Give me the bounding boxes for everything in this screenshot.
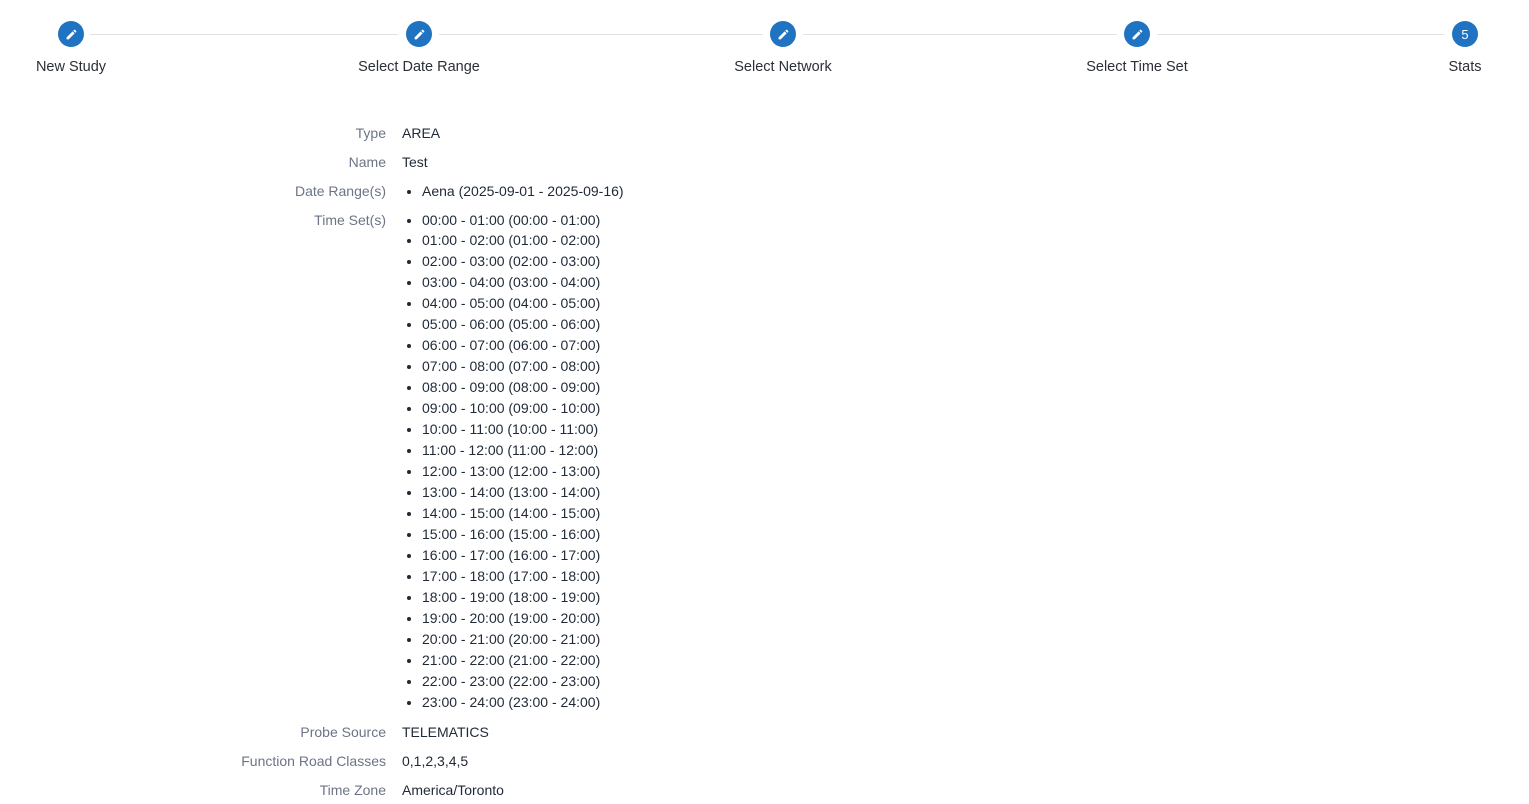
step-select-network[interactable]: Select Network: [683, 21, 883, 75]
date-ranges-list: Aena (2025-09-01 - 2025-09-16): [402, 181, 624, 201]
list-item: 08:00 - 09:00 (08:00 - 09:00): [422, 377, 600, 398]
list-item: 09:00 - 10:00 (09:00 - 10:00): [422, 398, 600, 419]
step-new-study[interactable]: New Study: [0, 21, 171, 75]
list-item: 17:00 - 18:00 (17:00 - 18:00): [422, 566, 600, 587]
step-select-date-range[interactable]: Select Date Range: [319, 21, 519, 75]
summary-row-time-zone: Time Zone America/Toronto: [0, 780, 900, 800]
list-item: 16:00 - 17:00 (16:00 - 17:00): [422, 545, 600, 566]
wizard-stepper: New Study Select Date Range Select Netwo…: [0, 0, 1529, 100]
pencil-icon: [1132, 29, 1142, 39]
list-item: Aena (2025-09-01 - 2025-09-16): [422, 181, 624, 201]
step-stats[interactable]: 5 Stats: [1365, 21, 1529, 75]
study-wizard-page: New Study Select Date Range Select Netwo…: [0, 0, 1529, 804]
pencil-icon: [66, 29, 76, 39]
pencil-icon: [414, 29, 424, 39]
list-item: 05:00 - 06:00 (05:00 - 06:00): [422, 314, 600, 335]
step-number-badge[interactable]: 5: [1452, 21, 1478, 47]
pencil-icon: [778, 29, 788, 39]
step-label: Select Network: [734, 59, 832, 75]
summary-row-function-road-classes: Function Road Classes 0,1,2,3,4,5: [0, 751, 900, 771]
summary-row-name: Name Test: [0, 152, 900, 172]
list-item: 02:00 - 03:00 (02:00 - 03:00): [422, 251, 600, 272]
name-label: Name: [348, 154, 386, 170]
summary-row-type: Type AREA: [0, 123, 900, 143]
list-item: 21:00 - 22:00 (21:00 - 22:00): [422, 650, 600, 671]
summary-row-time-sets: Time Set(s) 00:00 - 01:00 (00:00 - 01:00…: [0, 210, 900, 713]
step-label: Select Date Range: [358, 59, 480, 75]
probe-source-label: Probe Source: [300, 724, 386, 740]
list-item: 12:00 - 13:00 (12:00 - 13:00): [422, 461, 600, 482]
list-item: 14:00 - 15:00 (14:00 - 15:00): [422, 503, 600, 524]
list-item: 20:00 - 21:00 (20:00 - 21:00): [422, 629, 600, 650]
step-marker[interactable]: [770, 21, 796, 47]
type-value: AREA: [402, 125, 441, 141]
step-label: Stats: [1448, 59, 1482, 75]
name-value: Test: [402, 154, 428, 170]
time-zone-value: America/Toronto: [402, 782, 504, 798]
time-sets-label: Time Set(s): [314, 212, 386, 228]
step-marker[interactable]: [58, 21, 84, 47]
list-item: 10:00 - 11:00 (10:00 - 11:00): [422, 419, 600, 440]
time-sets-value: 00:00 - 01:00 (00:00 - 01:00) 01:00 - 02…: [402, 210, 600, 713]
list-item: 00:00 - 01:00 (00:00 - 01:00): [422, 210, 600, 230]
list-item: 07:00 - 08:00 (07:00 - 08:00): [422, 356, 600, 377]
list-item: 04:00 - 05:00 (04:00 - 05:00): [422, 293, 600, 314]
step-marker[interactable]: [1124, 21, 1150, 47]
time-sets-list: 00:00 - 01:00 (00:00 - 01:00) 01:00 - 02…: [402, 210, 600, 713]
summary-row-probe-source: Probe Source TELEMATICS: [0, 722, 900, 742]
function-road-classes-label: Function Road Classes: [241, 753, 386, 769]
step-marker[interactable]: [406, 21, 432, 47]
step-label: New Study: [35, 59, 107, 75]
type-label: Type: [355, 125, 386, 141]
list-item: 19:00 - 20:00 (19:00 - 20:00): [422, 608, 600, 629]
probe-source-value: TELEMATICS: [402, 724, 489, 740]
summary-row-date-ranges: Date Range(s) Aena (2025-09-01 - 2025-09…: [0, 181, 900, 201]
list-item: 18:00 - 19:00 (18:00 - 19:00): [422, 587, 600, 608]
function-road-classes-value: 0,1,2,3,4,5: [402, 753, 469, 769]
list-item: 15:00 - 16:00 (15:00 - 16:00): [422, 524, 600, 545]
date-ranges-label: Date Range(s): [294, 183, 386, 199]
step-select-time-set[interactable]: Select Time Set: [1037, 21, 1237, 75]
time-zone-label: Time Zone: [319, 782, 386, 798]
list-item: 03:00 - 04:00 (03:00 - 04:00): [422, 272, 600, 293]
list-item: 11:00 - 12:00 (11:00 - 12:00): [422, 440, 600, 461]
date-ranges-value: Aena (2025-09-01 - 2025-09-16): [402, 181, 624, 201]
list-item: 23:00 - 24:00 (23:00 - 24:00): [422, 692, 600, 713]
list-item: 13:00 - 14:00 (13:00 - 14:00): [422, 482, 600, 503]
step-label: Select Time Set: [1086, 59, 1188, 75]
study-summary: Type AREA Name Test Date Range(s) Aena (…: [0, 123, 900, 804]
list-item: 01:00 - 02:00 (01:00 - 02:00): [422, 230, 600, 251]
list-item: 22:00 - 23:00 (22:00 - 23:00): [422, 671, 600, 692]
list-item: 06:00 - 07:00 (06:00 - 07:00): [422, 335, 600, 356]
